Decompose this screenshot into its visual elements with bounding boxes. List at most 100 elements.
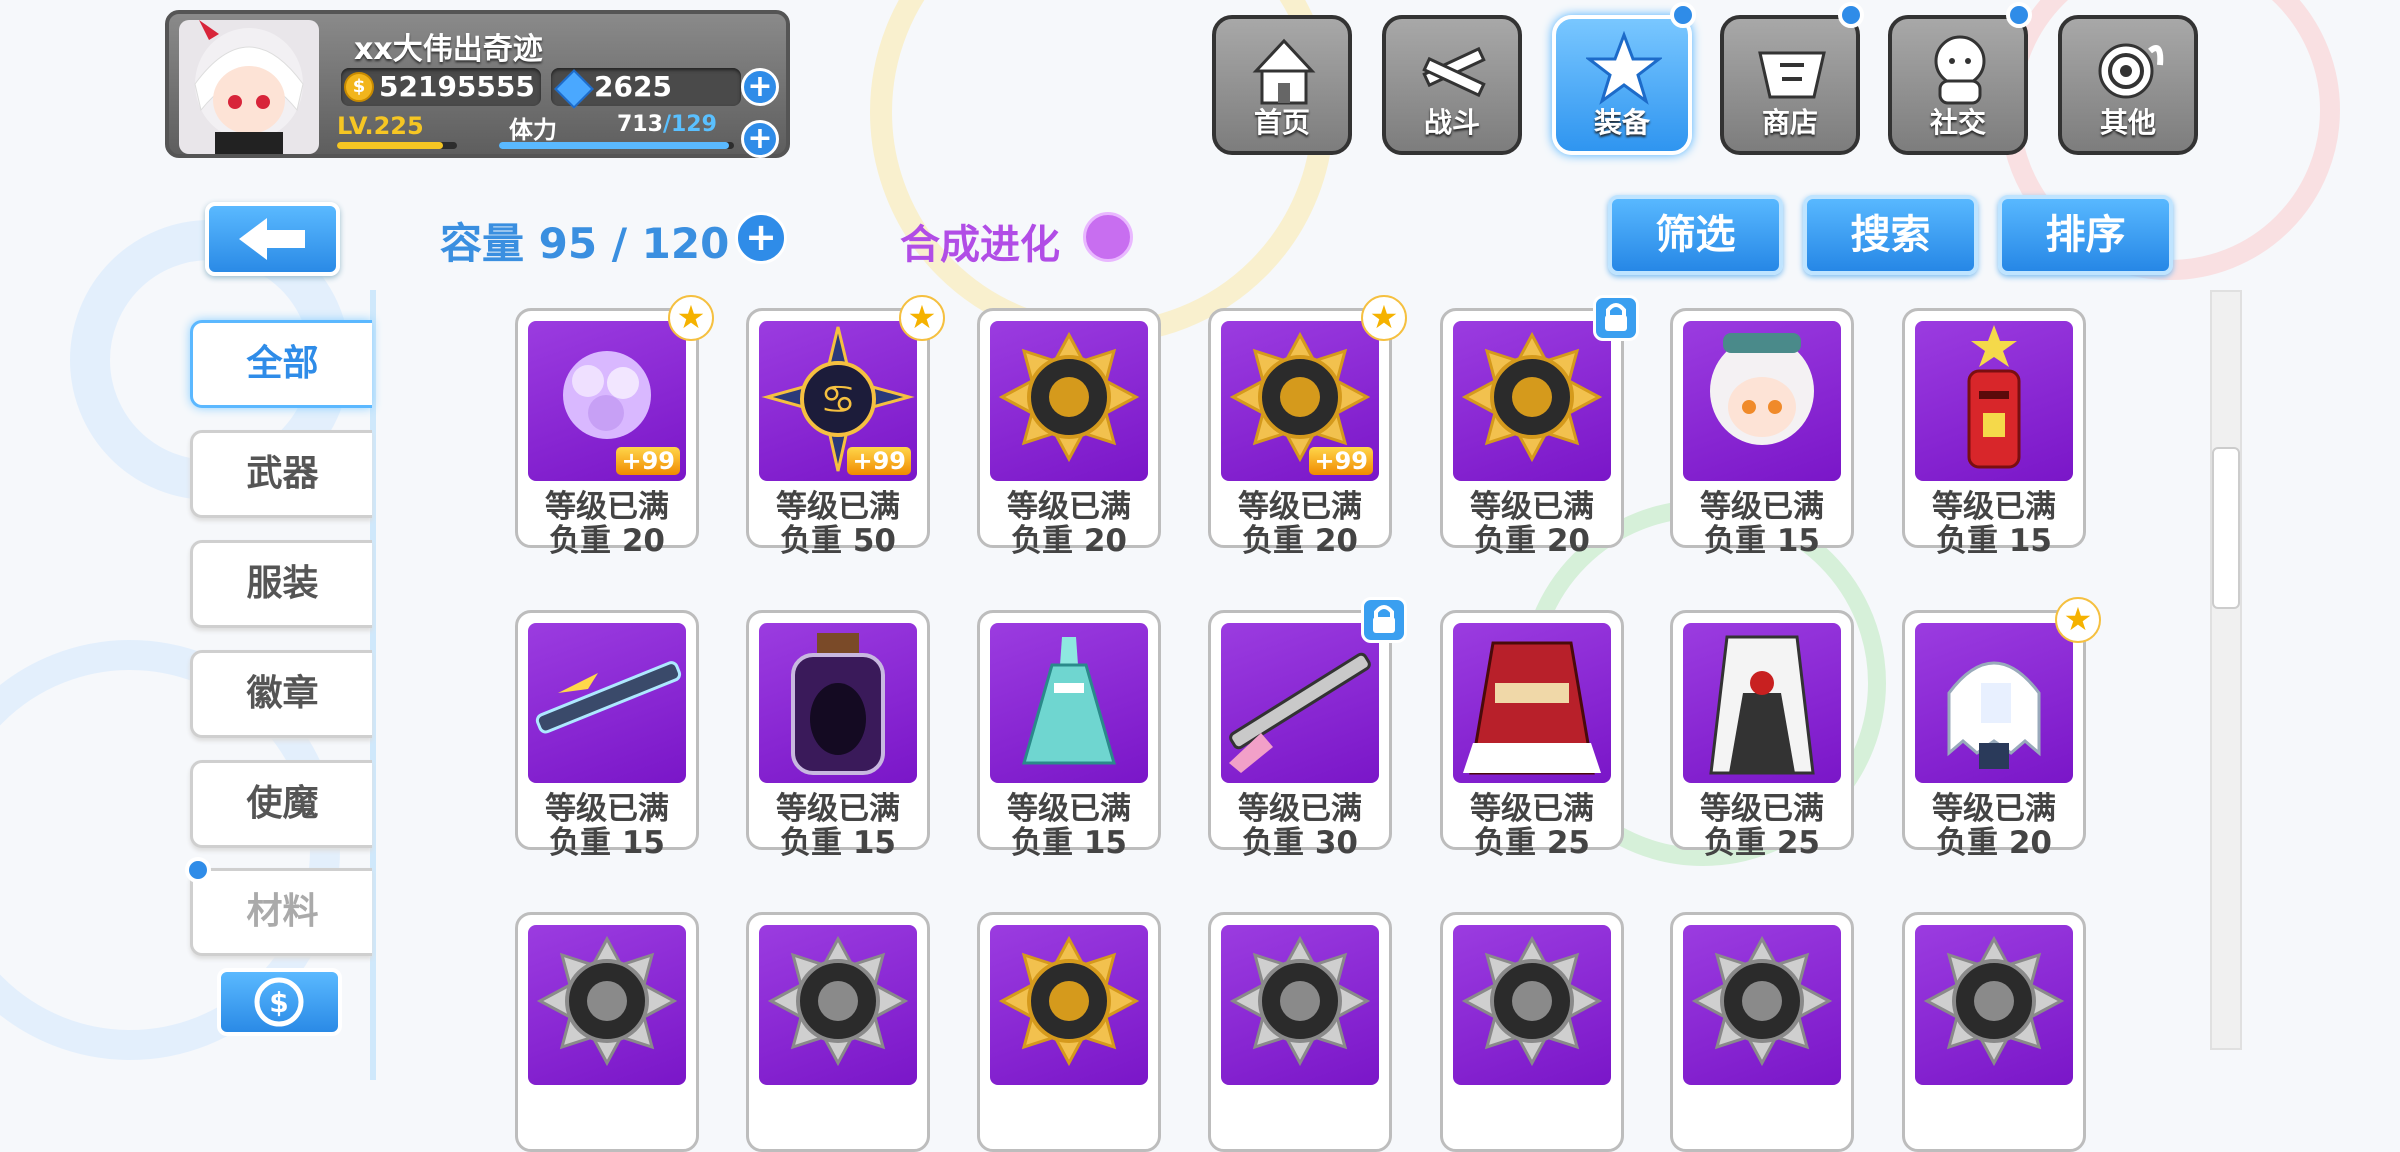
item-image (1683, 623, 1841, 783)
avatar[interactable] (179, 20, 319, 154)
category-tab[interactable]: 徽章 (190, 650, 372, 738)
item-card[interactable]: 等级已满 负重 15 (1902, 308, 2086, 559)
stamina-current: 713 (617, 112, 663, 137)
synthesis-icon[interactable] (1083, 212, 1133, 262)
level-label: LV.225 (337, 112, 424, 140)
item-image (1683, 321, 1841, 481)
coin-icon: $ (344, 72, 374, 102)
item-card[interactable] (1440, 912, 1624, 1152)
item-card[interactable]: 等级已满 负重 30 (1208, 597, 1407, 861)
silver-medal-icon (1923, 935, 2065, 1067)
item-card[interactable]: 等级已满 负重 20 (1440, 295, 1639, 559)
nav-label: 社交 (1929, 106, 1986, 139)
item-card[interactable]: 等级已满 负重 15 (746, 610, 930, 861)
item-card[interactable]: 等级已满 负重 20 (977, 308, 1161, 559)
item-weight: 负重 20 (1011, 523, 1127, 559)
item-image: +99 (1221, 321, 1379, 481)
silver-medal-icon (767, 935, 909, 1067)
nav-label: 装备 (1593, 106, 1650, 139)
category-tab[interactable]: 材料 (190, 868, 372, 956)
level-bar-fill (337, 142, 443, 149)
expand-capacity-button[interactable]: + (735, 212, 787, 264)
nav-star-gun[interactable]: 装备 (1552, 15, 1692, 155)
back-button[interactable] (205, 202, 340, 276)
item-image (1915, 623, 2073, 783)
svg-text:♋: ♋ (820, 377, 856, 423)
scrollbar-thumb[interactable] (2212, 447, 2240, 609)
nav-social[interactable]: 社交 (1888, 15, 2028, 155)
add-gems-button[interactable]: + (741, 68, 779, 106)
stamina-value: 713/129 (617, 112, 717, 137)
nav-crossed-guns[interactable]: 战斗 (1382, 15, 1522, 155)
item-card[interactable] (515, 912, 699, 1152)
item-image: +99 (528, 321, 686, 481)
item-weight: 负重 15 (780, 825, 896, 861)
nav-settings[interactable]: 其他 (2058, 15, 2198, 155)
item-card[interactable]: +99 等级已满 负重 20 ★ (1208, 295, 1407, 559)
item-card[interactable]: 等级已满 负重 15 (515, 610, 699, 861)
crossed-guns-icon (1422, 46, 1486, 98)
stamina-bar (499, 142, 734, 149)
item-image: ♋ +99 (759, 321, 917, 481)
item-image (528, 925, 686, 1085)
silver-medal-icon (1691, 935, 1833, 1067)
lock-icon[interactable] (1593, 295, 1639, 341)
coin-value: 52195555 (379, 70, 535, 103)
nav-basket[interactable]: 商店 (1720, 15, 1860, 155)
back-arrow-icon (239, 218, 305, 260)
item-card[interactable] (1670, 912, 1854, 1152)
lock-icon[interactable] (1361, 597, 1407, 643)
category-tab[interactable]: 武器 (190, 430, 372, 518)
sort-button[interactable]: 排序 (1998, 195, 2173, 275)
item-card[interactable]: 等级已满 负重 15 (1670, 308, 1854, 559)
item-image (990, 925, 1148, 1085)
silver-medal-icon (1229, 935, 1371, 1067)
item-card[interactable]: 等级已满 负重 25 (1440, 610, 1624, 861)
item-weight: 负重 25 (1704, 825, 1820, 861)
dollar-icon: $ (254, 977, 304, 1027)
currency-button[interactable]: $ (217, 968, 342, 1036)
favorite-star-icon[interactable]: ★ (1361, 295, 1407, 341)
search-button[interactable]: 搜索 (1803, 195, 1978, 275)
item-image (1453, 623, 1611, 783)
house-icon (1252, 38, 1316, 105)
item-weight: 负重 15 (1704, 523, 1820, 559)
nav-label: 其他 (2099, 106, 2156, 139)
item-weight: 负重 15 (1936, 523, 2052, 559)
item-card[interactable] (746, 912, 930, 1152)
item-weight: 负重 30 (1242, 825, 1358, 861)
filter-button[interactable]: 筛选 (1608, 195, 1783, 275)
item-card[interactable]: 等级已满 负重 20 ★ (1902, 597, 2101, 861)
favorite-star-icon[interactable]: ★ (668, 295, 714, 341)
sword-icon (535, 661, 682, 734)
item-weight: 负重 20 (1474, 523, 1590, 559)
item-card[interactable]: 等级已满 负重 15 (977, 610, 1161, 861)
item-card[interactable]: +99 等级已满 负重 20 ★ (515, 295, 714, 559)
item-weight: 负重 20 (1936, 825, 2052, 861)
category-tab[interactable]: 服装 (190, 540, 372, 628)
basket-icon (1758, 51, 1826, 99)
synthesis-link[interactable]: 合成进化 (900, 212, 1060, 270)
item-card[interactable]: 等级已满 负重 25 (1670, 610, 1854, 861)
add-stamina-button[interactable]: + (741, 120, 779, 158)
item-card[interactable] (977, 912, 1161, 1152)
nav-house[interactable]: 首页 (1212, 15, 1352, 155)
favorite-star-icon[interactable]: ★ (899, 295, 945, 341)
dress-icon (1022, 637, 1116, 765)
item-stack-badge: +99 (1309, 447, 1373, 475)
scrollbar-track[interactable] (2210, 290, 2242, 1050)
player-name: xx大伟出奇迹 (354, 32, 543, 67)
item-stack-badge: +99 (847, 447, 911, 475)
item-card[interactable] (1902, 912, 2086, 1152)
favorite-star-icon[interactable]: ★ (2055, 597, 2101, 643)
stamina-label: 体力 (509, 116, 557, 144)
item-image (759, 925, 917, 1085)
item-card[interactable]: ♋ +99 等级已满 负重 50 ★ (746, 295, 945, 559)
category-tab[interactable]: 使魔 (190, 760, 372, 848)
item-card[interactable] (1208, 912, 1392, 1152)
category-tab[interactable]: 全部 (190, 320, 372, 408)
profile-panel: xx大伟出奇迹 $ 52195555 2625 + LV.225 体力 713/… (165, 10, 790, 158)
notification-dot (1670, 2, 1696, 28)
item-weight: 负重 15 (1011, 825, 1127, 861)
item-weight: 负重 25 (1474, 825, 1590, 861)
